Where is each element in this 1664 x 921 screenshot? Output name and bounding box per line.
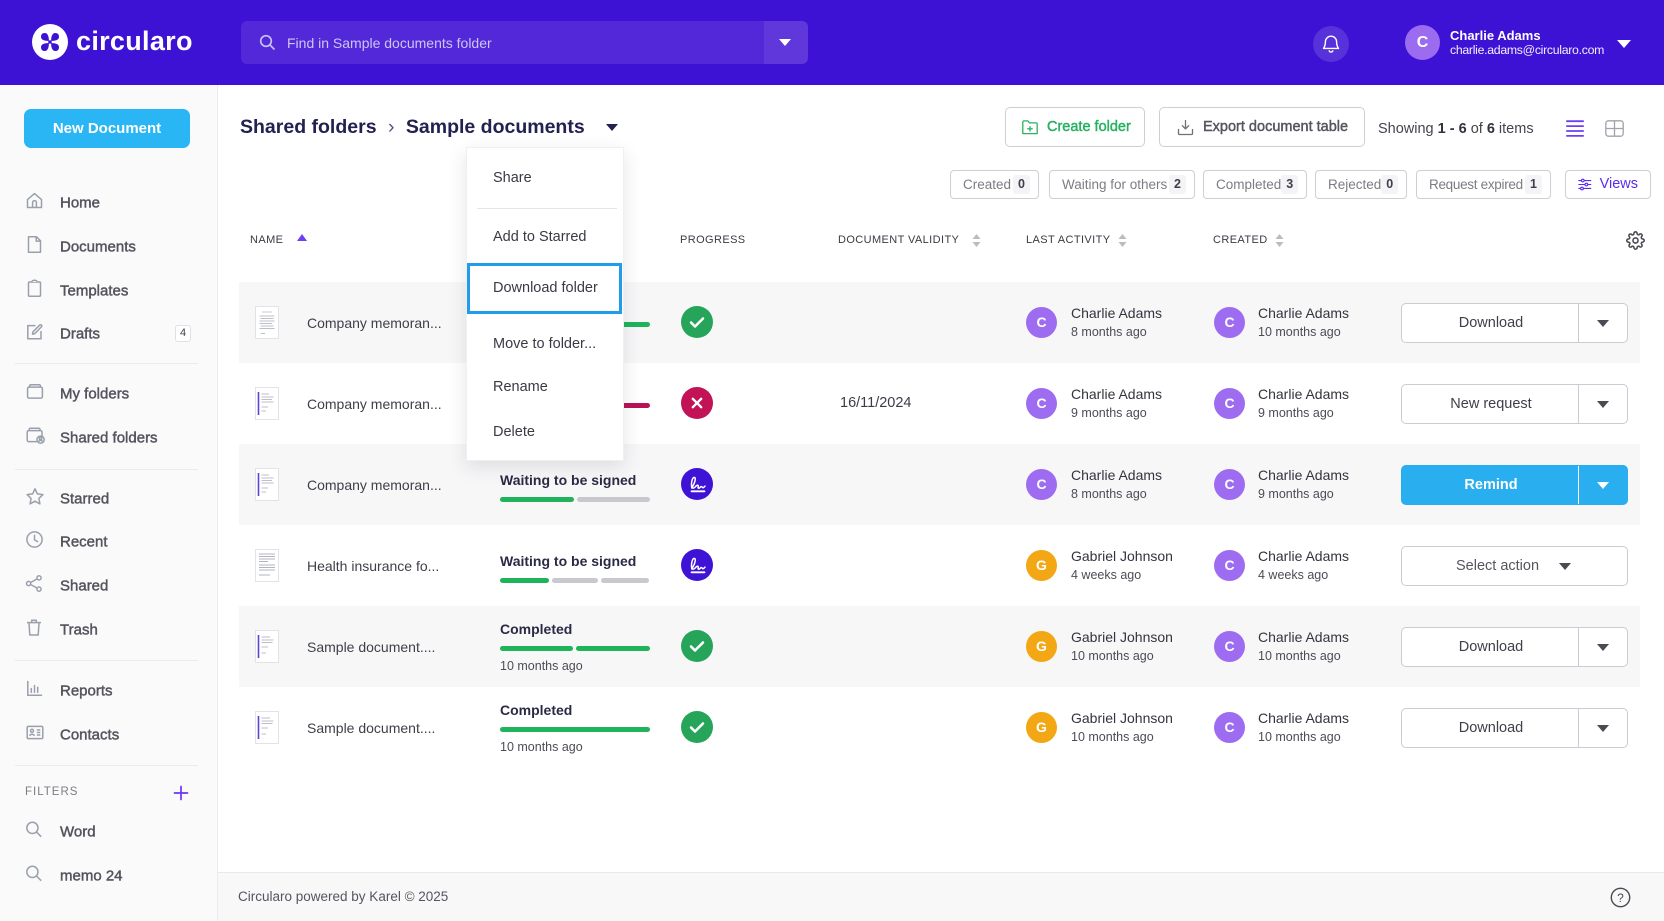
svg-text:?: ? — [1617, 891, 1624, 905]
